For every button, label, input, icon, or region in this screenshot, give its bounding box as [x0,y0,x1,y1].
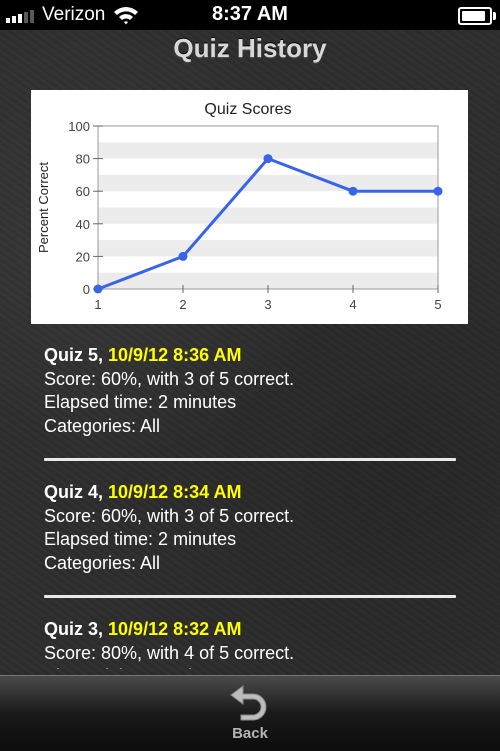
y-tick-label: 80 [76,152,90,167]
back-button[interactable]: Back [200,680,300,748]
elapsed-time: Elapsed time: 2 minutes [44,392,237,412]
x-tick-label: 2 [179,297,186,312]
grid-band [98,207,438,224]
status-time: 8:37 AM [212,3,288,25]
entry-heading: Quiz 3, 10/9/12 8:32 AM [44,618,464,642]
quiz-score: Score: 80%, with 4 of 5 correct. [44,642,295,663]
grid-band [98,240,438,257]
quiz-scores-chart: Quiz Scores Percent Correct 0 20 40 60 80 100 1 2… [31,90,468,324]
quiz-name: Quiz 3, [44,619,104,639]
data-point [178,251,188,261]
entry-heading: Quiz 4, 10/9/12 8:34 AM [44,481,464,505]
quiz-categories: Categories: All [44,552,161,573]
data-point [433,186,443,196]
quiz-timestamp: 10/9/12 8:36 AM [108,345,242,365]
y-tick-label: 0 [83,282,90,297]
data-point [348,186,358,196]
back-label: Back [232,725,268,742]
y-tick-label: 40 [76,217,90,232]
history-entry[interactable]: Quiz 3, 10/9/12 8:32 AM Score: 80%, with … [44,618,464,669]
elapsed-time: Elapsed time: 2 minutes [44,529,237,549]
data-point [263,154,273,164]
quiz-score: Score: 60%, with 3 of 5 correct. [44,368,295,389]
elapsed-time: Elapsed time: 2 minutes [44,665,464,669]
y-tick-label: 60 [76,184,90,199]
y-tick-label: 20 [76,249,90,264]
battery-icon [458,7,496,25]
quiz-timestamp: 10/9/12 8:32 AM [108,619,242,639]
data-point [93,284,103,294]
status-bar: Verizon 8:37 AM [0,0,500,30]
quiz-name: Quiz 4, [44,482,104,502]
grid-band [98,174,438,192]
quiz-name: Quiz 5, [44,345,104,365]
back-arrow-icon [230,685,267,721]
x-tick-label: 1 [94,297,101,312]
history-entry[interactable]: Quiz 5, 10/9/12 8:36 AM Score: 60%, with … [44,344,464,448]
quiz-score: Score: 60%, with 3 of 5 correct. [44,505,295,526]
battery-level [462,11,486,21]
entry-divider [44,595,456,598]
entry-divider [44,458,456,461]
x-tick-label: 4 [349,297,356,312]
y-axis-label: Percent Correct [36,162,51,253]
x-tick-label: 3 [264,297,271,312]
chart-svg: Quiz Scores Percent Correct 0 20 40 60 80 100 1 2… [36,101,443,312]
y-tick-label: 100 [68,119,90,134]
x-tick-label: 5 [434,297,441,312]
quiz-categories: Categories: All [44,415,161,436]
chart-title: Quiz Scores [204,101,291,118]
quiz-history-list[interactable]: Quiz 5, 10/9/12 8:36 AM Score: 60%, with … [44,344,464,669]
page-title: Quiz History [173,33,327,63]
bottom-toolbar: Back [0,675,500,751]
quiz-timestamp: 10/9/12 8:34 AM [108,482,242,502]
entry-heading: Quiz 5, 10/9/12 8:36 AM [44,344,464,368]
history-entry[interactable]: Quiz 4, 10/9/12 8:34 AM Score: 60%, with … [44,481,464,585]
